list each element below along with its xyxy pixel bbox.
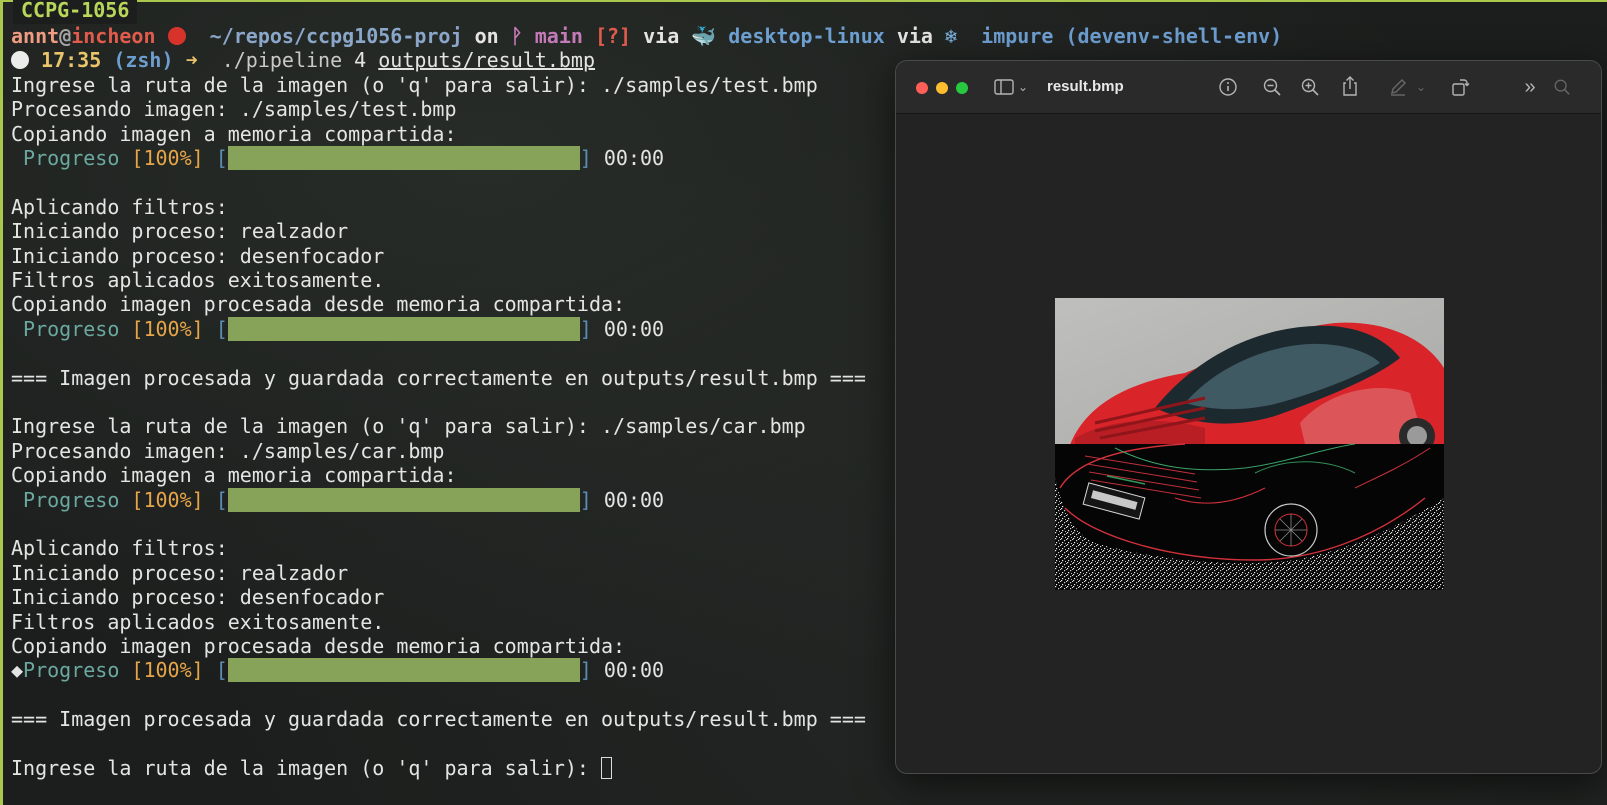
progress-label: Progreso bbox=[23, 658, 120, 682]
search-icon[interactable] bbox=[1550, 75, 1574, 99]
progress-bar bbox=[227, 146, 580, 170]
progress-percent: [100%] bbox=[131, 146, 204, 170]
progress-bar bbox=[227, 658, 580, 682]
progress-bracket: [ bbox=[215, 317, 228, 341]
docker-context: desktop-linux bbox=[728, 24, 885, 48]
nix-snowflake-icon: ❄ bbox=[945, 24, 958, 48]
prompt-line: annt@incheon ~/repos/ccpg1056-proj on ᚹ … bbox=[11, 24, 1282, 49]
markup-icon[interactable] bbox=[1386, 75, 1410, 99]
progress-bracket: ] bbox=[579, 317, 592, 341]
progress-line: ◆Progreso [100%] [] 00:00 bbox=[11, 658, 664, 683]
progress-line: Progreso [100%] [] 00:00 bbox=[11, 317, 664, 342]
output-line: Filtros aplicados exitosamente. bbox=[11, 610, 385, 634]
output-line: Procesando imagen: ./samples/test.bmp bbox=[11, 97, 457, 121]
car-image bbox=[1055, 298, 1444, 590]
more-icon[interactable]: » bbox=[1520, 75, 1540, 99]
chevron-down-icon[interactable]: ⌄ bbox=[1016, 75, 1030, 99]
share-icon[interactable] bbox=[1338, 75, 1362, 99]
output-line: Copiando imagen a memoria compartida: bbox=[11, 122, 457, 146]
nix-env: impure (devenv-shell-env) bbox=[981, 24, 1283, 48]
input-prompt: Ingrese la ruta de la imagen (o 'q' para… bbox=[11, 756, 602, 780]
apple-icon bbox=[167, 26, 186, 45]
info-icon[interactable] bbox=[1216, 75, 1240, 99]
progress-bracket: [ bbox=[215, 658, 228, 682]
progress-label: Progreso bbox=[23, 317, 120, 341]
minimize-window-button[interactable] bbox=[936, 82, 948, 94]
prompt-on: on bbox=[462, 24, 511, 48]
progress-time: 00:00 bbox=[603, 488, 665, 512]
docker-icon: 🐳 bbox=[691, 24, 717, 48]
git-status: [?] bbox=[594, 24, 632, 48]
progress-bracket: [ bbox=[215, 488, 228, 512]
output-line: Aplicando filtros: bbox=[11, 536, 228, 560]
chevron-down-icon[interactable]: ⌄ bbox=[1414, 75, 1428, 99]
progress-bracket: ] bbox=[579, 488, 592, 512]
progress-bracket: [ bbox=[215, 146, 228, 170]
prompt-arrow-icon: ➜ bbox=[185, 48, 198, 72]
progress-time: 00:00 bbox=[603, 146, 665, 170]
progress-label: Progreso bbox=[23, 146, 120, 170]
output-line: Filtros aplicados exitosamente. bbox=[11, 268, 385, 292]
progress-percent: [100%] bbox=[131, 488, 204, 512]
output-line: Iniciando proceso: realzador bbox=[11, 561, 349, 585]
progress-percent: [100%] bbox=[131, 317, 204, 341]
terminal-tab-title: CCPG-1056 bbox=[13, 0, 138, 24]
progress-label: Progreso bbox=[23, 488, 120, 512]
progress-line: Progreso [100%] [] 00:00 bbox=[11, 488, 664, 513]
prompt-host: incheon bbox=[71, 24, 156, 48]
progress-percent: [100%] bbox=[131, 658, 204, 682]
preview-window[interactable]: ⌄ result.bmp ⌄ » bbox=[896, 61, 1601, 773]
zoom-out-icon[interactable] bbox=[1260, 75, 1284, 99]
prompt-at: @ bbox=[59, 24, 72, 48]
progress-bracket: ] bbox=[579, 658, 592, 682]
output-line: Iniciando proceso: desenfocador bbox=[11, 244, 385, 268]
progress-time: 00:00 bbox=[603, 658, 665, 682]
output-line: Iniciando proceso: desenfocador bbox=[11, 585, 385, 609]
progress-time: 00:00 bbox=[603, 317, 665, 341]
preview-toolbar: ⌄ result.bmp ⌄ » bbox=[896, 61, 1601, 114]
clock-icon bbox=[11, 50, 29, 69]
output-line: Ingrese la ruta de la imagen (o 'q' para… bbox=[11, 414, 806, 438]
git-branch: main bbox=[534, 24, 583, 48]
command-line: 17:35 (zsh) ➜ ./pipeline 4 outputs/resul… bbox=[11, 48, 595, 73]
zoom-window-button[interactable] bbox=[956, 82, 968, 94]
output-line: Aplicando filtros: bbox=[11, 195, 228, 219]
output-line: Ingrese la ruta de la imagen (o 'q' para… bbox=[11, 73, 818, 97]
progress-bar bbox=[227, 488, 580, 512]
sidebar-icon[interactable] bbox=[993, 75, 1015, 99]
output-line: Copiando imagen procesada desde memoria … bbox=[11, 634, 626, 658]
command-arg: 4 bbox=[342, 48, 379, 72]
rotate-icon[interactable] bbox=[1448, 75, 1472, 99]
text-cursor[interactable] bbox=[601, 757, 613, 779]
output-line: === Imagen procesada y guardada correcta… bbox=[11, 366, 866, 390]
close-window-button[interactable] bbox=[916, 82, 928, 94]
progress-line: Progreso [100%] [] 00:00 bbox=[11, 146, 664, 171]
progress-prefix-glyph: ◆ bbox=[11, 658, 24, 682]
progress-bar bbox=[227, 317, 580, 341]
prompt-shell: (zsh) bbox=[113, 48, 174, 72]
command-path-arg: outputs/result.bmp bbox=[378, 48, 596, 72]
input-line[interactable]: Ingrese la ruta de la imagen (o 'q' para… bbox=[11, 756, 613, 781]
zoom-in-icon[interactable] bbox=[1298, 75, 1322, 99]
prompt-path: ~/repos/ccpg1056-proj bbox=[209, 24, 463, 48]
progress-bracket: ] bbox=[579, 146, 592, 170]
window-title: result.bmp bbox=[1047, 78, 1124, 95]
output-line: === Imagen procesada y guardada correcta… bbox=[11, 707, 866, 731]
result-image bbox=[1055, 298, 1444, 590]
prompt-via: via bbox=[884, 24, 946, 48]
prompt-via: via bbox=[631, 24, 692, 48]
output-line: Procesando imagen: ./samples/car.bmp bbox=[11, 439, 445, 463]
command-name: ./pipeline bbox=[221, 48, 343, 72]
prompt-user: annt bbox=[11, 24, 60, 48]
output-line: Copiando imagen procesada desde memoria … bbox=[11, 292, 626, 316]
git-branch-icon: ᚹ bbox=[510, 24, 523, 48]
output-line: Copiando imagen a memoria compartida: bbox=[11, 463, 457, 487]
output-line: Iniciando proceso: realzador bbox=[11, 219, 349, 243]
prompt-time: 17:35 bbox=[41, 48, 102, 72]
